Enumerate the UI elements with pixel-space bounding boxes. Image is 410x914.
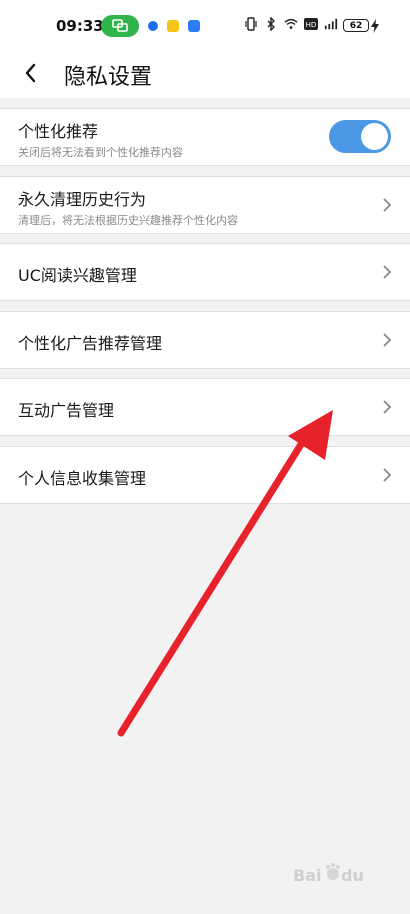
svg-text:HD: HD (306, 21, 317, 29)
personalized-recommendation-toggle[interactable] (329, 120, 391, 153)
notes-app-icon (167, 20, 179, 32)
setting-label: 个人信息收集管理 (18, 469, 147, 488)
hd-icon: HD (304, 17, 318, 31)
setting-label: 永久清理历史行为 (18, 190, 147, 209)
status-time: 09:33 (56, 17, 104, 35)
setting-uc-reading-interest[interactable]: UC阅读兴趣管理 (0, 243, 410, 301)
page-header: 隐私设置 (0, 50, 410, 98)
svg-text:du: du (341, 866, 364, 885)
battery-icon: 62 (343, 19, 369, 32)
setting-clear-history[interactable]: 永久清理历史行为 清理后，将无法根据历史兴趣推荐个性化内容 (0, 176, 410, 234)
setting-description: 关闭后将无法看到个性化推荐内容 (18, 146, 183, 159)
baidu-watermark-logo: Bai du (293, 862, 383, 892)
screen-share-icon (101, 15, 139, 37)
back-arrow-icon[interactable] (20, 60, 44, 86)
chevron-right-icon (383, 265, 392, 279)
setting-personal-info-collection[interactable]: 个人信息收集管理 (0, 446, 410, 504)
signal-icon (324, 17, 338, 31)
page-title: 隐私设置 (64, 65, 153, 90)
bluetooth-icon (264, 17, 278, 31)
chevron-right-icon (383, 333, 392, 347)
chevron-right-icon (383, 468, 392, 482)
svg-text:Bai: Bai (293, 866, 321, 885)
setting-description: 清理后，将无法根据历史兴趣推荐个性化内容 (18, 214, 238, 227)
wifi-icon (284, 17, 298, 31)
chevron-right-icon (383, 198, 392, 212)
setting-interactive-ads[interactable]: 互动广告管理 (0, 378, 410, 436)
toggle-knob (361, 123, 388, 150)
app-notification-icon (148, 21, 158, 31)
charging-icon (371, 18, 379, 37)
setting-label: 个性化推荐 (18, 122, 99, 141)
setting-label: 个性化广告推荐管理 (18, 334, 163, 353)
chevron-right-icon (383, 400, 392, 414)
setting-personalized-recommendation[interactable]: 个性化推荐 关闭后将无法看到个性化推荐内容 (0, 108, 410, 166)
setting-personalized-ads[interactable]: 个性化广告推荐管理 (0, 311, 410, 369)
link-app-icon (188, 20, 200, 32)
setting-label: UC阅读兴趣管理 (18, 266, 137, 285)
setting-label: 互动广告管理 (18, 401, 115, 420)
battery-level: 62 (349, 20, 363, 31)
status-bar: 09:33 HD 62 (0, 0, 410, 50)
vibrate-icon (244, 17, 258, 31)
